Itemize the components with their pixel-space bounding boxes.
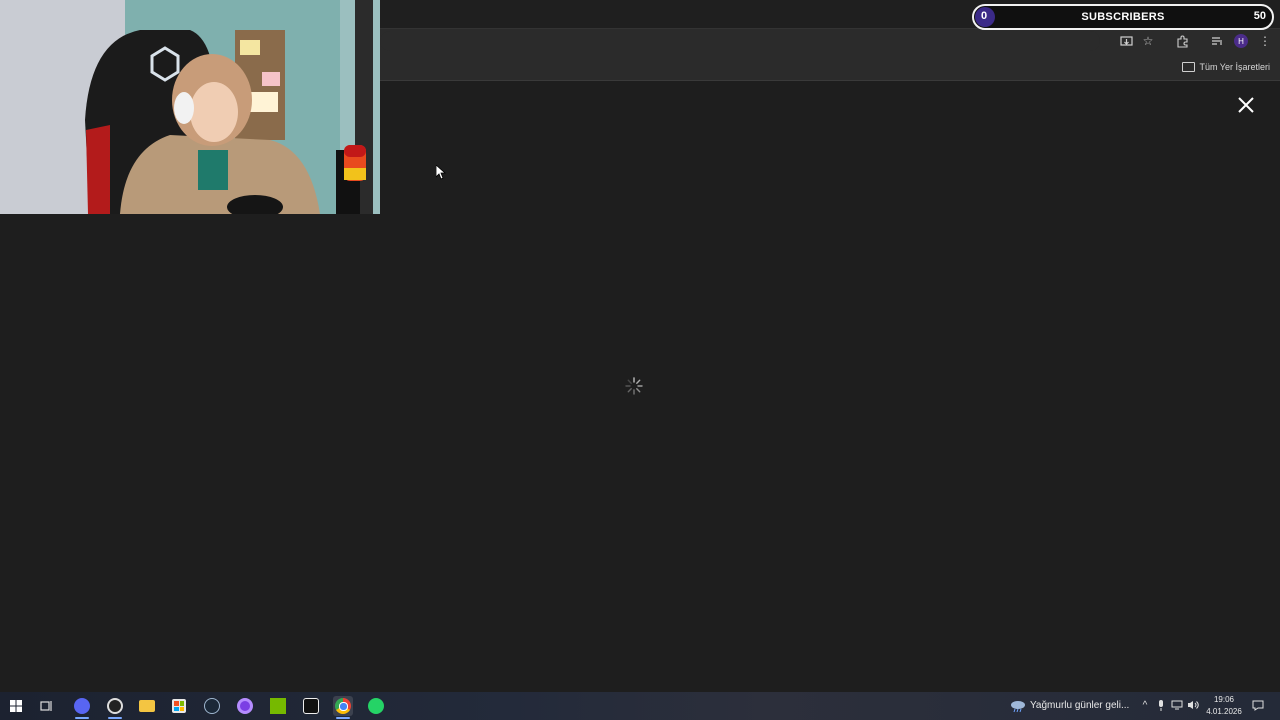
profile-avatar[interactable]: H [1233,33,1249,49]
chevron-up-icon[interactable]: ^ [1139,699,1151,711]
clock-date[interactable]: 4.01.2026 [1204,707,1244,716]
more-menu-icon[interactable]: ⋮ [1257,33,1273,49]
steam-icon[interactable] [202,696,222,716]
media-control-icon[interactable] [1209,33,1225,49]
clock-time[interactable]: 19:06 [1204,695,1244,704]
start-icon[interactable] [6,696,26,716]
task-view-icon[interactable] [37,696,57,716]
extensions-icon[interactable] [1174,33,1190,49]
close-icon[interactable] [1236,95,1256,115]
mouse-cursor-icon [435,164,447,185]
webcam-feed [0,0,380,214]
subscriber-goal-target: 50 [1253,10,1266,22]
chrome-icon[interactable] [333,696,353,719]
address-bar[interactable] [380,31,1100,51]
whatsapp-icon[interactable] [366,696,386,716]
file-explorer-icon[interactable] [137,696,157,716]
volume-icon[interactable] [1187,699,1199,711]
all-bookmarks-label: Tüm Yer İşaretleri [1199,62,1270,72]
app-circle-icon[interactable] [235,696,255,716]
notifications-icon[interactable] [1252,699,1264,711]
discord-icon[interactable] [72,696,92,719]
all-bookmarks-button[interactable]: Tüm Yer İşaretleri [1182,59,1270,75]
weather-text[interactable]: Yağmurlu günler geli... [1030,700,1129,711]
obs-icon[interactable] [105,696,125,719]
weather-icon[interactable] [1010,699,1026,713]
bookmark-star-icon[interactable]: ☆ [1140,33,1156,49]
store-icon[interactable] [169,696,189,716]
subscriber-current-count: 0 [981,10,988,22]
microphone-icon[interactable] [1155,699,1167,711]
profile-initial: H [1234,34,1248,48]
folder-icon [1182,62,1196,72]
nvidia-icon[interactable] [268,696,288,716]
install-app-icon[interactable] [1118,33,1134,49]
subscriber-goal-label: SUBSCRIBERS [1081,11,1165,23]
loading-spinner-icon [625,377,643,395]
network-icon[interactable] [1171,699,1183,711]
capcut-icon[interactable] [301,696,321,716]
subscriber-goal-bar: 0 SUBSCRIBERS 50 [972,4,1274,30]
